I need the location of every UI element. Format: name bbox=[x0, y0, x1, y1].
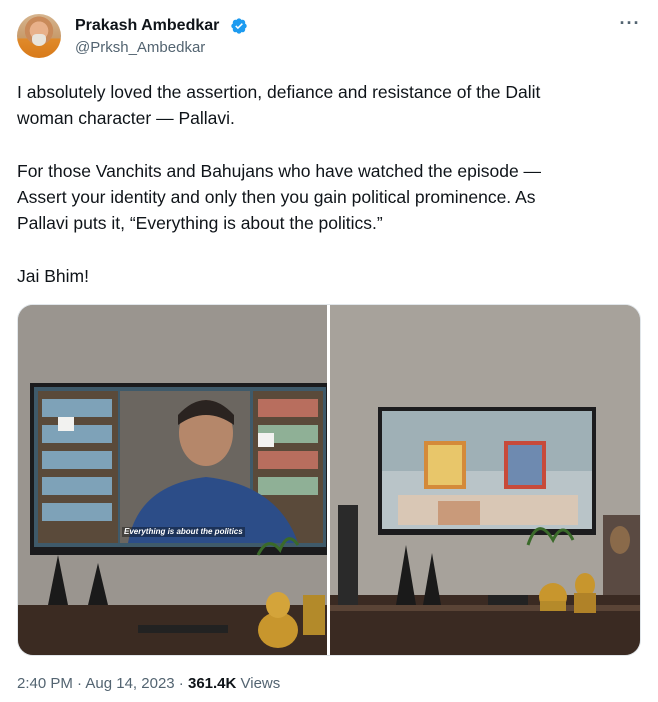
meta-separator: · bbox=[72, 675, 86, 692]
photo-right[interactable] bbox=[330, 305, 640, 655]
meta-separator: · bbox=[174, 675, 188, 692]
author-handle[interactable]: @Prksh_Ambedkar bbox=[75, 38, 205, 57]
tweet-media[interactable] bbox=[17, 304, 641, 656]
author-avatar[interactable] bbox=[17, 14, 61, 58]
views-label: Views bbox=[236, 675, 281, 692]
tweet-text-line: Assert your identity and only then you g… bbox=[17, 187, 536, 207]
tweet-time[interactable]: 2:40 PM bbox=[17, 675, 73, 692]
more-options-button[interactable]: ··· bbox=[619, 12, 641, 36]
tweet-text-line: woman character — Pallavi. bbox=[17, 108, 235, 128]
tweet-card: Prakash Ambedkar @Prksh_Ambedkar ··· I a… bbox=[0, 0, 658, 702]
tweet-text-line: Pallavi puts it, “Everything is about th… bbox=[17, 213, 383, 233]
tweet-text-line: For those Vanchits and Bahujans who have… bbox=[17, 161, 542, 181]
tweet-meta: 2:40 PM · Aug 14, 2023 · 361.4K Views bbox=[17, 674, 280, 694]
tv-subtitle: Everything is about the politics bbox=[122, 527, 245, 537]
photo-left[interactable] bbox=[18, 305, 327, 655]
author-name[interactable]: Prakash Ambedkar bbox=[75, 16, 219, 36]
tweet-text-line: Jai Bhim! bbox=[17, 266, 89, 286]
media-photos bbox=[18, 305, 640, 655]
tweet-text-line: I absolutely loved the assertion, defian… bbox=[17, 82, 541, 102]
views-count[interactable]: 361.4K bbox=[188, 675, 236, 692]
verified-badge-icon[interactable] bbox=[230, 17, 248, 35]
tweet-date[interactable]: Aug 14, 2023 bbox=[85, 675, 174, 692]
avatar-beard bbox=[32, 34, 46, 46]
